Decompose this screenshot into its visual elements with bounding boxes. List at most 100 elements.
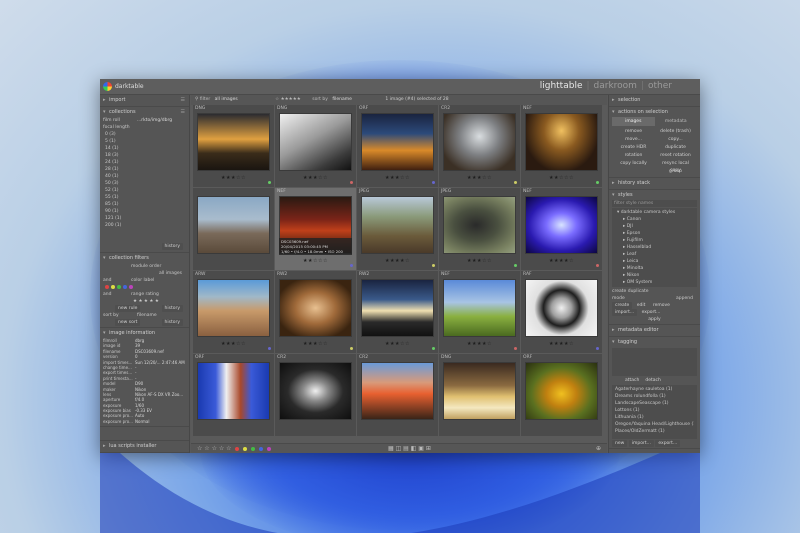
view-lighttable[interactable]: lighttable xyxy=(540,81,583,91)
thumbnail[interactable]: DNG ★★★☆☆ xyxy=(275,105,356,187)
apply-style-button[interactable]: apply xyxy=(645,316,663,323)
thumbnail-image[interactable] xyxy=(279,113,352,171)
thumbnail-image[interactable] xyxy=(361,196,434,254)
focal-length-item[interactable]: 55 (1) xyxy=(103,194,186,201)
style-tree-item[interactable]: ▸ Canon xyxy=(615,216,694,223)
thumbnail-image[interactable] xyxy=(525,196,598,254)
thumbnail[interactable]: CR2 ★★★☆☆ xyxy=(439,105,520,187)
action-button[interactable]: copy... xyxy=(656,136,695,143)
new-rule-button[interactable]: new rule xyxy=(115,305,141,312)
styles-search-input[interactable]: filter style names xyxy=(612,200,697,207)
thumbnail-image[interactable] xyxy=(443,196,516,254)
style-tree-item[interactable]: ▸ Hasselblad xyxy=(615,244,694,251)
thumbnail-image[interactable] xyxy=(443,113,516,171)
tab-images[interactable]: images xyxy=(612,117,655,126)
thumbnail[interactable]: RW2 ★★★☆☆ xyxy=(275,271,356,353)
view-darkroom[interactable]: darkroom xyxy=(594,81,637,91)
action-button[interactable]: resync local copy xyxy=(656,160,695,173)
filter-rule-row[interactable]: module order xyxy=(103,263,186,270)
filter-combobox[interactable]: all images xyxy=(215,97,238,102)
thumbnail[interactable]: ORF xyxy=(193,354,274,436)
green-label-icon[interactable] xyxy=(117,284,121,289)
zoom-icon[interactable]: ⊕ xyxy=(596,444,601,453)
filter-icon[interactable]: ⚲ xyxy=(195,97,198,102)
focal-length-item[interactable]: 90 (1) xyxy=(103,208,186,215)
thumbnail-image[interactable] xyxy=(197,113,270,171)
thumbnail[interactable]: JPEG ★★★☆☆ xyxy=(439,188,520,270)
new-sort-button[interactable]: new sort xyxy=(115,319,141,326)
thumbnail-image[interactable] xyxy=(525,113,598,171)
edit-style-button[interactable]: edit xyxy=(634,302,649,309)
thumbnail-rating[interactable]: ★★☆☆☆ xyxy=(275,258,356,264)
thumbnail[interactable]: DNG xyxy=(439,354,520,436)
focal-length-item[interactable]: 85 (1) xyxy=(103,201,186,208)
new-tag-button[interactable]: new xyxy=(612,440,628,447)
action-button[interactable]: remove xyxy=(614,128,653,135)
filters-history-button[interactable]: history xyxy=(161,305,183,312)
thumbnail[interactable]: NEF ★★★★☆ xyxy=(439,271,520,353)
focal-length-item[interactable]: 121 (1) xyxy=(103,215,186,222)
thumbnail[interactable]: RAF ★★★★☆ xyxy=(521,271,602,353)
selection-module[interactable]: ▸ selection xyxy=(609,95,700,107)
action-button[interactable]: delete (trash) xyxy=(656,128,695,135)
filter-rule-value[interactable]: all images xyxy=(103,270,186,277)
thumbnail[interactable]: ORF xyxy=(521,354,602,436)
thumbnail[interactable]: ORF ★★★☆☆ xyxy=(357,105,438,187)
style-tree-item[interactable]: ▾ darktable camera styles xyxy=(615,209,694,216)
history-stack-module[interactable]: ▸ history stack xyxy=(609,178,700,190)
thumbnail[interactable]: NEF ★★☆☆☆ DSC03609.nef 20/04/2015 03:00:45 … xyxy=(275,188,356,270)
thumbnail[interactable]: ARW ★★★☆☆ xyxy=(193,271,274,353)
tag-item[interactable]: Places/OldZermatt (1) xyxy=(615,428,694,435)
attach-tag-button[interactable]: attach xyxy=(622,377,642,384)
thumbnail-rating[interactable]: ★★★☆☆ xyxy=(275,341,356,347)
style-tree-item[interactable]: ▸ Epson xyxy=(615,230,694,237)
focal-length-item[interactable]: 40 (1) xyxy=(103,173,186,180)
action-button[interactable]: copy locally xyxy=(614,160,653,167)
tag-item[interactable]: LandscapeSeascape (1) xyxy=(615,400,694,407)
mode-row[interactable]: mode append xyxy=(612,295,697,302)
create-duplicate-toggle[interactable]: create duplicate xyxy=(612,288,697,295)
green-label-icon[interactable] xyxy=(251,446,256,451)
sort-by-row[interactable]: sort by filename xyxy=(103,312,186,319)
export-tags-button[interactable]: export... xyxy=(655,440,681,447)
thumbnail[interactable]: JPEG ★★★★☆ xyxy=(357,188,438,270)
rating-range-filter[interactable]: ★ ★ ★ ★ ★ xyxy=(103,298,186,305)
action-button[interactable] xyxy=(614,168,653,175)
thumbnail-image[interactable] xyxy=(197,279,270,337)
thumbnail-image[interactable] xyxy=(443,279,516,337)
style-tree-item[interactable]: ▸ Fujifilm xyxy=(615,237,694,244)
thumbnail-image[interactable] xyxy=(197,362,270,420)
filter-rule-row[interactable]: and color label xyxy=(103,277,186,284)
collection-filter-row[interactable]: focal length xyxy=(103,124,186,131)
thumbnail[interactable]: DNG ★★★☆☆ xyxy=(193,105,274,187)
sort-history-button[interactable]: history xyxy=(161,319,183,326)
collections-history-button[interactable]: history xyxy=(161,243,183,250)
style-tree-item[interactable]: ▸ Minolta xyxy=(615,265,694,272)
import-module[interactable]: ▸ import ☰ xyxy=(100,95,189,107)
thumbnail-image[interactable] xyxy=(525,362,598,420)
action-button[interactable]: duplicate xyxy=(656,144,695,151)
thumbnail-rating[interactable]: ★★★☆☆ xyxy=(193,175,274,181)
thumbnail[interactable]: RW2 ★★★☆☆ xyxy=(357,271,438,353)
focal-length-item[interactable]: 0 (3) xyxy=(103,131,186,138)
thumbnail-image[interactable] xyxy=(361,113,434,171)
lua-scripts-module[interactable]: ▸ lua scripts installer xyxy=(100,440,189,453)
focal-length-item[interactable]: 14 (1) xyxy=(103,145,186,152)
export-style-button[interactable]: export... xyxy=(639,309,664,316)
focal-length-item[interactable]: 24 (1) xyxy=(103,159,186,166)
action-button[interactable]: move... xyxy=(614,136,653,143)
thumbnail[interactable]: NEF ★★★★☆ xyxy=(521,188,602,270)
thumbnail[interactable]: CR2 xyxy=(357,354,438,436)
thumbnail-rating[interactable]: ★★★★☆ xyxy=(521,258,602,264)
action-button[interactable]: create HDR xyxy=(614,144,653,151)
action-button[interactable]: rotation xyxy=(614,152,653,159)
tag-item[interactable]: Lithuania (1) xyxy=(615,414,694,421)
create-style-button[interactable]: create xyxy=(612,302,633,309)
focal-length-item[interactable]: 5 (1) xyxy=(103,138,186,145)
star-rating-icons[interactable]: ☆ ☆ ☆ ☆ ☆ xyxy=(197,445,232,452)
thumbnail-rating[interactable]: ★★★☆☆ xyxy=(439,258,520,264)
thumbnail-rating[interactable]: ★★★☆☆ xyxy=(357,341,438,347)
thumbnail-rating[interactable]: ★★★★☆ xyxy=(521,341,602,347)
collection-filter-row[interactable]: film roll ...rkto/img/dbrg xyxy=(103,117,186,124)
action-button[interactable]: reset rotation xyxy=(656,152,695,159)
